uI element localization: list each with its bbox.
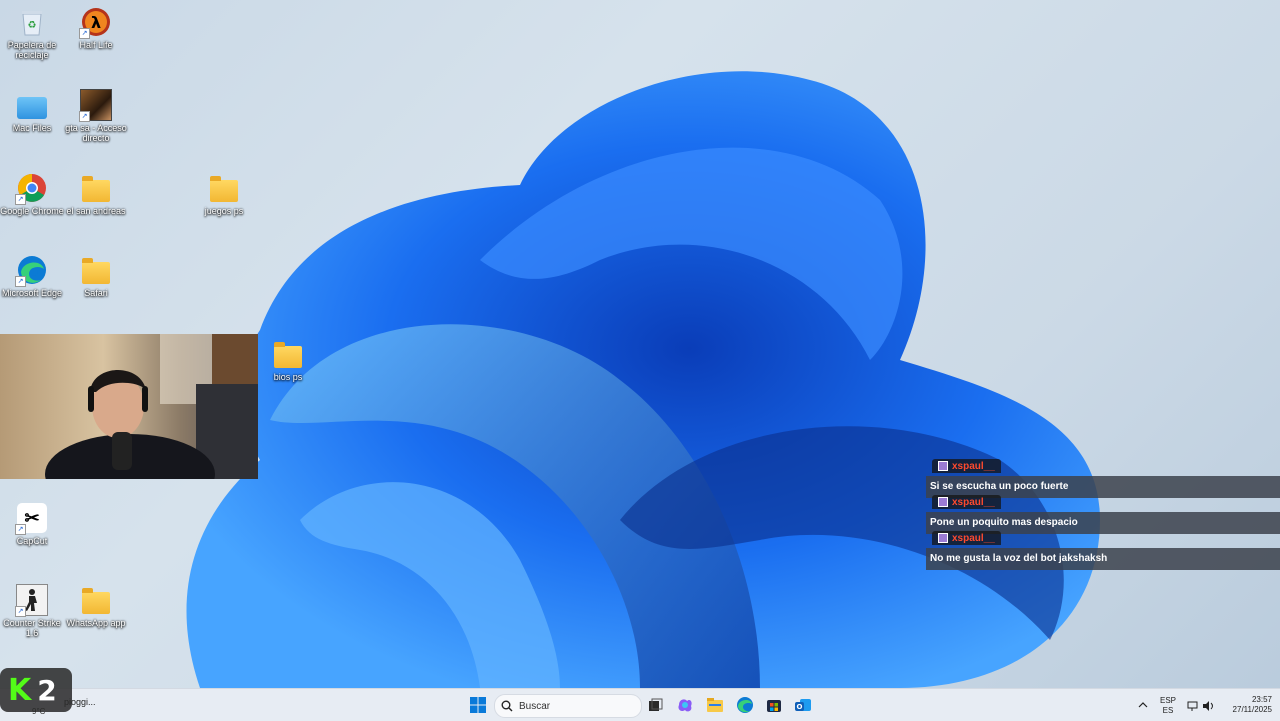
folder-icon bbox=[80, 584, 112, 616]
icon-label: CapCut bbox=[16, 536, 48, 546]
icon-label: Mac Files bbox=[12, 123, 52, 133]
store-button[interactable] bbox=[765, 696, 783, 714]
chevron-up-icon bbox=[1138, 702, 1148, 708]
volume-button[interactable] bbox=[1202, 699, 1216, 711]
icon-label: Papelera de reciclaje bbox=[7, 40, 57, 60]
chat-text: No me gusta la voz del bot jakshaksh bbox=[926, 548, 1280, 570]
start-button[interactable] bbox=[469, 696, 487, 714]
svg-text:♻: ♻ bbox=[28, 20, 37, 31]
store-icon bbox=[767, 700, 781, 712]
copilot-icon bbox=[678, 699, 692, 712]
time: 23:57 bbox=[1251, 695, 1272, 704]
edge-icon bbox=[737, 697, 753, 713]
folder-icon bbox=[80, 254, 112, 286]
webcam-overlay bbox=[0, 334, 258, 479]
mac-files-folder[interactable]: Mac Files bbox=[0, 89, 64, 133]
whatsapp-app-folder[interactable]: WhatsApp app bbox=[64, 584, 128, 628]
keyboard-layout: ES bbox=[1162, 706, 1174, 715]
icon-label: el san andreas bbox=[66, 206, 126, 216]
chat-message: xspaul__ No me gusta la voz del bot jaks… bbox=[926, 530, 1280, 570]
juegos-ps-folder[interactable]: juegos ps bbox=[192, 172, 256, 216]
icon-label: Half Life bbox=[79, 40, 113, 50]
google-chrome-shortcut[interactable]: Google Chrome bbox=[0, 172, 64, 216]
counter-strike-icon bbox=[15, 584, 48, 617]
gta-sa-icon bbox=[79, 89, 112, 122]
icon-label: gta sa - Acceso directo bbox=[65, 123, 127, 143]
chat-message: xspaul__ Si se escucha un poco fuerte bbox=[926, 458, 1280, 498]
gta-sa-shortcut[interactable]: gta sa - Acceso directo bbox=[64, 89, 128, 143]
bios-ps-folder[interactable]: bios ps bbox=[256, 338, 320, 382]
search-placeholder: Buscar bbox=[519, 700, 551, 712]
task-view-icon bbox=[649, 698, 663, 711]
icon-label: WhatsApp app bbox=[66, 618, 126, 628]
chat-username: xspaul__ bbox=[952, 532, 995, 544]
icon-label: Google Chrome bbox=[0, 206, 64, 216]
icon-label: juegos ps bbox=[204, 206, 244, 216]
search-box[interactable]: Buscar bbox=[494, 694, 642, 718]
show-hidden-icons-button[interactable] bbox=[1138, 698, 1148, 710]
el-san-andreas-folder[interactable]: el san andreas bbox=[64, 172, 128, 216]
edge-icon bbox=[15, 254, 48, 287]
half-life-shortcut[interactable]: λ Half Life bbox=[64, 6, 128, 50]
folder-icon bbox=[272, 338, 304, 370]
capcut-icon: ✂ bbox=[15, 502, 48, 535]
outlook-icon: O bbox=[795, 699, 811, 711]
icon-label: Microsoft Edge bbox=[1, 288, 63, 298]
microsoft-edge-shortcut[interactable]: Microsoft Edge bbox=[0, 254, 64, 298]
volume-icon bbox=[1203, 701, 1213, 711]
subscriber-badge-icon bbox=[938, 533, 948, 543]
recycle-bin-shortcut[interactable]: ♻ Papelera de reciclaje bbox=[0, 6, 64, 60]
network-button[interactable] bbox=[1187, 699, 1199, 711]
file-explorer-button[interactable] bbox=[706, 696, 724, 714]
svg-text:O: O bbox=[797, 703, 803, 711]
subscriber-badge-icon bbox=[938, 461, 948, 471]
network-icon bbox=[1187, 701, 1198, 711]
copilot-button[interactable] bbox=[676, 696, 694, 714]
edge-taskbar-button[interactable] bbox=[736, 696, 754, 714]
icon-label: Counter Strike 1.6 bbox=[3, 618, 61, 638]
taskbar: 9°C pioggi... Buscar O ESP ES 23:57 27/1 bbox=[0, 688, 1280, 721]
half-life-icon: λ bbox=[79, 6, 112, 39]
language-code: ESP bbox=[1159, 696, 1176, 705]
file-explorer-icon bbox=[707, 698, 723, 712]
folder-icon bbox=[208, 172, 240, 204]
recycle-bin-icon: ♻ bbox=[16, 6, 48, 38]
icon-label: bios ps bbox=[273, 372, 303, 382]
folder-icon bbox=[80, 172, 112, 204]
kick-logo: K bbox=[8, 672, 32, 708]
icon-label: Safari bbox=[84, 288, 108, 298]
svg-text:λ: λ bbox=[91, 13, 101, 32]
chat-username: xspaul__ bbox=[952, 496, 995, 508]
clock[interactable]: 23:57 27/11/2025 bbox=[1222, 695, 1272, 715]
date: 27/11/2025 bbox=[1232, 705, 1272, 714]
counter-strike-shortcut[interactable]: Counter Strike 1.6 bbox=[0, 584, 64, 638]
language-indicator[interactable]: ESP ES bbox=[1158, 696, 1178, 716]
kick-logo-overlay: K 2 bbox=[0, 668, 72, 712]
task-view-button[interactable] bbox=[646, 696, 664, 714]
subscriber-badge-icon bbox=[938, 497, 948, 507]
chat-message: xspaul__ Pone un poquito mas despacio bbox=[926, 494, 1280, 534]
capcut-shortcut[interactable]: ✂ CapCut bbox=[0, 502, 64, 546]
chat-username: xspaul__ bbox=[952, 460, 995, 472]
chrome-icon bbox=[15, 172, 48, 205]
safari-folder[interactable]: Safari bbox=[64, 254, 128, 298]
search-icon bbox=[501, 700, 513, 712]
windows-icon bbox=[470, 697, 486, 713]
kick-number: 2 bbox=[37, 673, 57, 707]
folder-icon bbox=[16, 89, 48, 121]
outlook-button[interactable]: O bbox=[794, 696, 812, 714]
